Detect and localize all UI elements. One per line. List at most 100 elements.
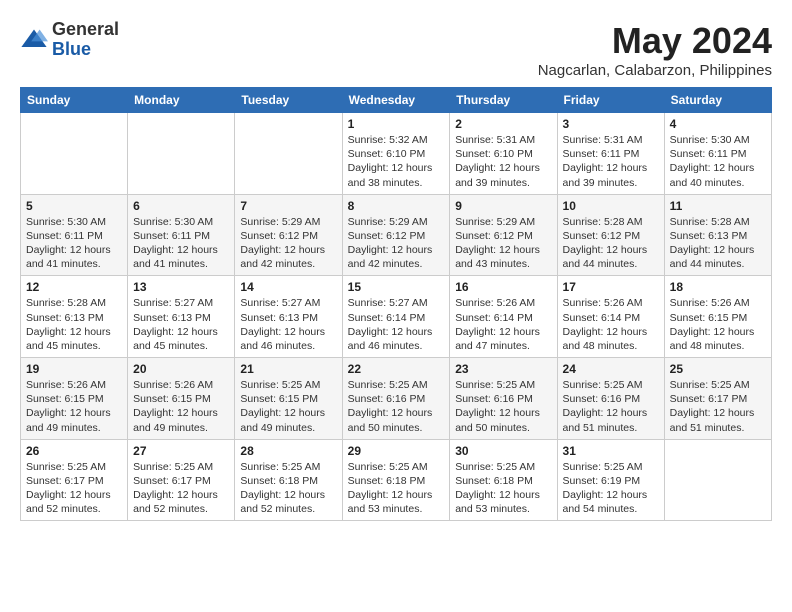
calendar-cell: 18Sunrise: 5:26 AM Sunset: 6:15 PM Dayli…	[664, 276, 771, 358]
day-number: 6	[133, 199, 229, 213]
calendar-cell: 16 Sunrise: 5:26 AM Sunset: 6:14 PM Dayli…	[450, 276, 557, 358]
calendar-cell: 26 Sunrise: 5:25 AM Sunset: 6:17 PM Dayli…	[21, 439, 128, 521]
calendar-cell: 25Sunrise: 5:25 AM Sunset: 6:17 PM Dayli…	[664, 358, 771, 440]
day-number: 29	[348, 444, 445, 458]
day-info: Sunrise: 5:25 AM Sunset: 6:16 PM Dayligh…	[455, 378, 551, 435]
calendar-cell: 14 Sunrise: 5:27 AM Sunset: 6:13 PM Dayli…	[235, 276, 342, 358]
day-info: Sunrise: 5:26 AM Sunset: 6:15 PM Dayligh…	[133, 378, 229, 435]
day-info: Sunrise: 5:29 AM Sunset: 6:12 PM Dayligh…	[348, 215, 445, 272]
day-number: 8	[348, 199, 445, 213]
day-number: 13	[133, 280, 229, 294]
calendar-week-row: 1 Sunrise: 5:32 AM Sunset: 6:10 PM Daylig…	[21, 113, 772, 195]
weekday-header: Saturday	[664, 88, 771, 113]
day-number: 15	[348, 280, 445, 294]
day-number: 28	[240, 444, 336, 458]
day-info: Sunrise: 5:30 AM Sunset: 6:11 PM Dayligh…	[670, 133, 766, 190]
calendar-cell: 19Sunrise: 5:26 AM Sunset: 6:15 PM Dayli…	[21, 358, 128, 440]
day-info: Sunrise: 5:30 AM Sunset: 6:11 PM Dayligh…	[26, 215, 122, 272]
calendar-cell: 9 Sunrise: 5:29 AM Sunset: 6:12 PM Daylig…	[450, 194, 557, 276]
calendar-cell: 6 Sunrise: 5:30 AM Sunset: 6:11 PM Daylig…	[128, 194, 235, 276]
calendar-cell: 3 Sunrise: 5:31 AM Sunset: 6:11 PM Daylig…	[557, 113, 664, 195]
day-number: 18	[670, 280, 766, 294]
day-info: Sunrise: 5:25 AM Sunset: 6:18 PM Dayligh…	[348, 460, 445, 517]
weekday-header: Tuesday	[235, 88, 342, 113]
day-info: Sunrise: 5:30 AM Sunset: 6:11 PM Dayligh…	[133, 215, 229, 272]
location: Nagcarlan, Calabarzon, Philippines	[538, 62, 772, 79]
calendar-cell	[128, 113, 235, 195]
day-info: Sunrise: 5:29 AM Sunset: 6:12 PM Dayligh…	[455, 215, 551, 272]
weekday-header: Monday	[128, 88, 235, 113]
day-number: 14	[240, 280, 336, 294]
day-info: Sunrise: 5:27 AM Sunset: 6:13 PM Dayligh…	[133, 296, 229, 353]
calendar-cell: 31Sunrise: 5:25 AM Sunset: 6:19 PM Dayli…	[557, 439, 664, 521]
day-info: Sunrise: 5:29 AM Sunset: 6:12 PM Dayligh…	[240, 215, 336, 272]
day-info: Sunrise: 5:25 AM Sunset: 6:16 PM Dayligh…	[563, 378, 659, 435]
calendar-cell: 28 Sunrise: 5:25 AM Sunset: 6:18 PM Dayli…	[235, 439, 342, 521]
day-info: Sunrise: 5:25 AM Sunset: 6:17 PM Dayligh…	[133, 460, 229, 517]
calendar-cell: 2Sunrise: 5:31 AM Sunset: 6:10 PM Daylig…	[450, 113, 557, 195]
day-number: 26	[26, 444, 122, 458]
calendar-cell: 13 Sunrise: 5:27 AM Sunset: 6:13 PM Dayli…	[128, 276, 235, 358]
day-number: 9	[455, 199, 551, 213]
day-number: 17	[563, 280, 659, 294]
calendar-cell: 10Sunrise: 5:28 AM Sunset: 6:12 PM Dayli…	[557, 194, 664, 276]
logo-blue: Blue	[52, 40, 119, 60]
logo-general: General	[52, 20, 119, 40]
day-number: 10	[563, 199, 659, 213]
month-year: May 2024	[538, 20, 772, 62]
day-number: 4	[670, 117, 766, 131]
day-number: 20	[133, 362, 229, 376]
calendar-cell: 17 Sunrise: 5:26 AM Sunset: 6:14 PM Dayli…	[557, 276, 664, 358]
calendar-cell: 4 Sunrise: 5:30 AM Sunset: 6:11 PM Daylig…	[664, 113, 771, 195]
day-info: Sunrise: 5:27 AM Sunset: 6:14 PM Dayligh…	[348, 296, 445, 353]
day-info: Sunrise: 5:25 AM Sunset: 6:15 PM Dayligh…	[240, 378, 336, 435]
calendar-table: SundayMondayTuesdayWednesdayThursdayFrid…	[20, 87, 772, 521]
calendar-cell: 22Sunrise: 5:25 AM Sunset: 6:16 PM Dayli…	[342, 358, 450, 440]
calendar-cell: 11Sunrise: 5:28 AM Sunset: 6:13 PM Dayli…	[664, 194, 771, 276]
calendar-cell: 27 Sunrise: 5:25 AM Sunset: 6:17 PM Dayli…	[128, 439, 235, 521]
day-number: 30	[455, 444, 551, 458]
calendar-week-row: 19Sunrise: 5:26 AM Sunset: 6:15 PM Dayli…	[21, 358, 772, 440]
calendar-cell: 15 Sunrise: 5:27 AM Sunset: 6:14 PM Dayli…	[342, 276, 450, 358]
day-info: Sunrise: 5:32 AM Sunset: 6:10 PM Dayligh…	[348, 133, 445, 190]
calendar-cell	[21, 113, 128, 195]
day-number: 1	[348, 117, 445, 131]
calendar-cell: 1 Sunrise: 5:32 AM Sunset: 6:10 PM Daylig…	[342, 113, 450, 195]
day-info: Sunrise: 5:28 AM Sunset: 6:13 PM Dayligh…	[26, 296, 122, 353]
weekday-header-row: SundayMondayTuesdayWednesdayThursdayFrid…	[21, 88, 772, 113]
weekday-header: Thursday	[450, 88, 557, 113]
calendar-week-row: 12 Sunrise: 5:28 AM Sunset: 6:13 PM Dayli…	[21, 276, 772, 358]
calendar-week-row: 5Sunrise: 5:30 AM Sunset: 6:11 PM Daylig…	[21, 194, 772, 276]
day-info: Sunrise: 5:25 AM Sunset: 6:17 PM Dayligh…	[670, 378, 766, 435]
day-info: Sunrise: 5:31 AM Sunset: 6:11 PM Dayligh…	[563, 133, 659, 190]
calendar-cell: 24 Sunrise: 5:25 AM Sunset: 6:16 PM Dayli…	[557, 358, 664, 440]
calendar-cell: 5Sunrise: 5:30 AM Sunset: 6:11 PM Daylig…	[21, 194, 128, 276]
day-info: Sunrise: 5:26 AM Sunset: 6:14 PM Dayligh…	[563, 296, 659, 353]
day-info: Sunrise: 5:25 AM Sunset: 6:18 PM Dayligh…	[455, 460, 551, 517]
calendar-cell: 29 Sunrise: 5:25 AM Sunset: 6:18 PM Dayli…	[342, 439, 450, 521]
day-number: 12	[26, 280, 122, 294]
calendar-cell: 23Sunrise: 5:25 AM Sunset: 6:16 PM Dayli…	[450, 358, 557, 440]
calendar-cell: 30 Sunrise: 5:25 AM Sunset: 6:18 PM Dayli…	[450, 439, 557, 521]
day-number: 24	[563, 362, 659, 376]
day-info: Sunrise: 5:25 AM Sunset: 6:18 PM Dayligh…	[240, 460, 336, 517]
day-info: Sunrise: 5:25 AM Sunset: 6:17 PM Dayligh…	[26, 460, 122, 517]
day-number: 2	[455, 117, 551, 131]
day-info: Sunrise: 5:25 AM Sunset: 6:16 PM Dayligh…	[348, 378, 445, 435]
page-header: General Blue May 2024 Nagcarlan, Calabar…	[20, 20, 772, 79]
day-number: 21	[240, 362, 336, 376]
day-number: 16	[455, 280, 551, 294]
day-info: Sunrise: 5:26 AM Sunset: 6:14 PM Dayligh…	[455, 296, 551, 353]
day-info: Sunrise: 5:27 AM Sunset: 6:13 PM Dayligh…	[240, 296, 336, 353]
calendar-cell: 8 Sunrise: 5:29 AM Sunset: 6:12 PM Daylig…	[342, 194, 450, 276]
calendar-cell: 12 Sunrise: 5:28 AM Sunset: 6:13 PM Dayli…	[21, 276, 128, 358]
logo-icon	[20, 26, 48, 54]
calendar-cell: 20 Sunrise: 5:26 AM Sunset: 6:15 PM Dayli…	[128, 358, 235, 440]
day-number: 3	[563, 117, 659, 131]
day-info: Sunrise: 5:26 AM Sunset: 6:15 PM Dayligh…	[26, 378, 122, 435]
day-number: 7	[240, 199, 336, 213]
weekday-header: Sunday	[21, 88, 128, 113]
day-info: Sunrise: 5:28 AM Sunset: 6:13 PM Dayligh…	[670, 215, 766, 272]
logo: General Blue	[20, 20, 119, 60]
day-number: 27	[133, 444, 229, 458]
